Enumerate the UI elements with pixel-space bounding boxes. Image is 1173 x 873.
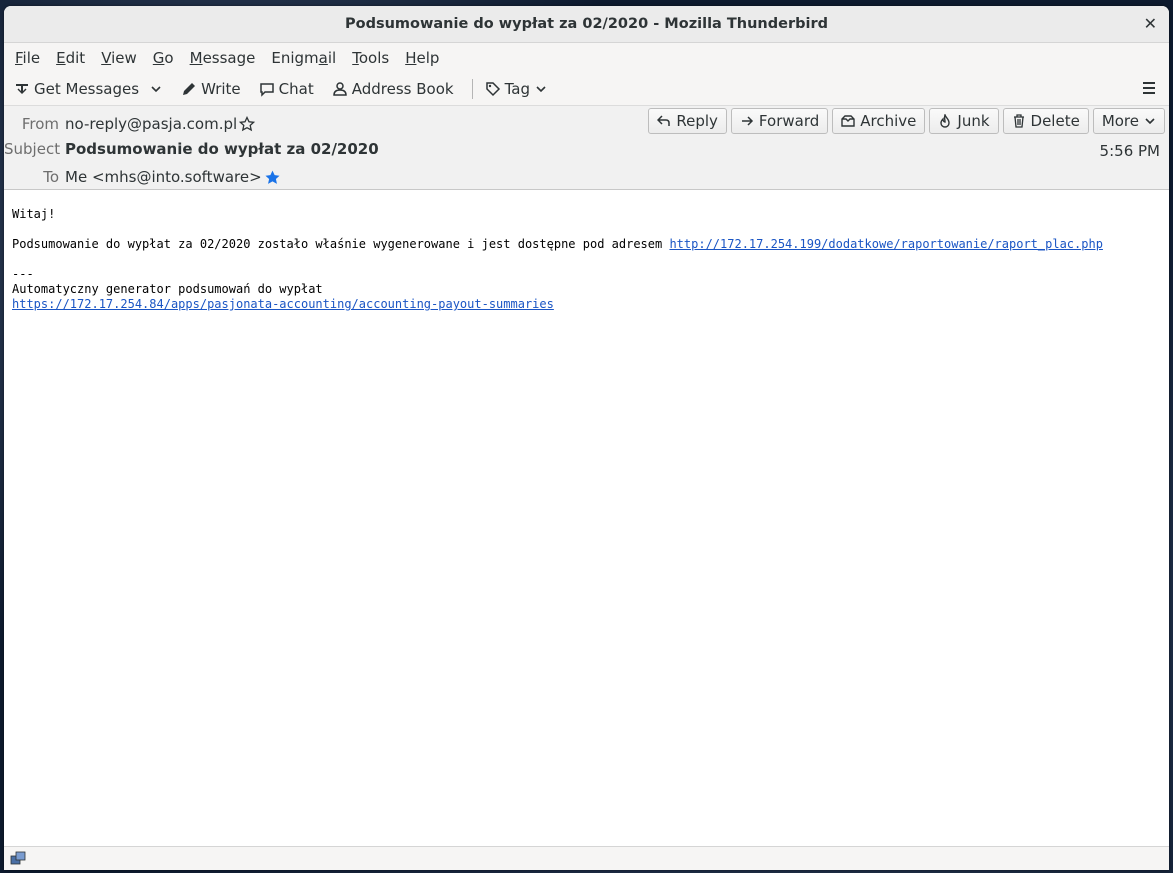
archive-icon [841,114,855,128]
menu-go-label: o [164,49,174,67]
menu-edit-accel: E [56,49,66,67]
delete-label: Delete [1030,112,1080,130]
forward-icon [740,114,754,128]
menu-bar: File Edit View Go Message Enigmail Tools… [4,43,1169,73]
online-status-icon[interactable] [10,850,26,866]
tag-button[interactable]: Tag [481,78,552,100]
menu-help[interactable]: Help [397,49,447,67]
write-button[interactable]: Write [177,78,245,100]
header-actions: Reply Forward Archive Junk Delete More [648,108,1165,134]
main-toolbar: Get Messages Write Chat Address Book Tag [4,73,1169,106]
forward-label: Forward [758,112,820,130]
chevron-down-icon [149,82,163,96]
close-icon[interactable]: ✕ [1144,14,1157,33]
tag-icon [485,81,501,97]
subject-row: Subject Podsumowanie do wypłat za 02/202… [4,140,379,158]
chevron-down-icon [534,82,548,96]
signature-separator: --- [12,267,34,281]
title-bar: Podsumowanie do wypłat za 02/2020 - Mozi… [4,6,1169,43]
to-value[interactable]: Me <mhs@into.software> [65,168,262,186]
junk-label: Junk [957,112,990,130]
greeting-text: Witaj! [12,207,56,221]
menu-view-label: iew [111,49,137,67]
menu-enigmail-label-pre: Enigm [271,49,319,67]
menu-file-label: ile [22,49,41,67]
to-row: To Me <mhs@into.software> [4,168,281,186]
contact-icon [332,81,348,97]
menu-edit-label: dit [65,49,86,67]
menu-tools-label: ools [358,49,390,67]
signature-name: Automatyczny generator podsumowań do wyp… [12,282,323,296]
chat-label: Chat [278,80,314,98]
report-link[interactable]: http://172.17.254.199/dodatkowe/raportow… [669,237,1102,251]
reply-label: Reply [676,112,718,130]
menu-tools[interactable]: Tools [344,49,397,67]
more-button[interactable]: More [1092,108,1165,134]
menu-enigmail-label: il [327,49,337,67]
menu-help-label: elp [416,49,440,67]
app-menu-button[interactable] [1141,80,1157,96]
status-bar [4,846,1169,870]
get-messages-button[interactable]: Get Messages [10,78,143,100]
address-book-label: Address Book [351,80,454,98]
menu-go-accel: G [152,49,165,67]
from-label: From [21,115,59,133]
forward-button[interactable]: Forward [730,108,829,134]
menu-view-accel: V [101,49,112,67]
thunderbird-window: Podsumowanie do wypłat za 02/2020 - Mozi… [4,6,1169,870]
chat-bubble-icon [259,81,275,97]
chevron-down-icon [1144,115,1156,127]
trash-icon [1012,114,1026,128]
menu-enigmail-accel: a [318,49,328,67]
menu-file-accel: F [15,49,23,67]
message-header: From no-reply@pasja.com.pl Subject Podsu… [4,106,1169,190]
reply-icon [657,114,671,128]
delete-button[interactable]: Delete [1002,108,1089,134]
get-messages-label: Get Messages [34,80,140,98]
toolbar-separator [471,79,473,99]
menu-message-label: essage [202,49,256,67]
get-messages-dropdown[interactable] [147,80,165,98]
menu-edit[interactable]: Edit [48,49,93,67]
menu-help-accel: H [405,49,417,67]
to-label: To [43,168,59,186]
menu-message-accel: M [189,49,203,67]
body-paragraph: Podsumowanie do wypłat za 02/2020 został… [12,237,1161,252]
menu-go[interactable]: Go [145,49,182,67]
from-value[interactable]: no-reply@pasja.com.pl [65,115,237,133]
more-label: More [1101,112,1139,130]
junk-button[interactable]: Junk [929,108,999,134]
address-book-button[interactable]: Address Book [328,78,458,100]
menu-tools-accel: T [352,49,359,67]
subject-value: Podsumowanie do wypłat za 02/2020 [65,140,379,158]
reply-button[interactable]: Reply [648,108,727,134]
from-row: From no-reply@pasja.com.pl [4,115,256,133]
pencil-icon [181,81,197,97]
flame-icon [938,114,952,128]
chat-button[interactable]: Chat [255,78,318,100]
message-time: 5:56 PM [1099,142,1160,160]
archive-label: Archive [860,112,917,130]
signature-link[interactable]: https://172.17.254.84/apps/pasjonata-acc… [12,297,554,311]
message-body: Witaj! Podsumowanie do wypłat za 02/2020… [4,201,1169,846]
archive-button[interactable]: Archive [832,108,926,134]
menu-message[interactable]: Message [182,49,264,67]
star-filled-icon[interactable] [264,169,281,186]
write-label: Write [201,80,241,98]
menu-enigmail[interactable]: Enigmail [263,49,344,67]
subject-label: Subject [4,140,61,158]
menu-file[interactable]: File [7,49,48,67]
tag-label: Tag [504,80,530,98]
hamburger-icon [1141,80,1157,96]
menu-view[interactable]: View [93,49,145,67]
download-icon [14,81,30,97]
window-title: Podsumowanie do wypłat za 02/2020 - Mozi… [344,16,828,32]
star-outline-icon[interactable] [239,116,256,132]
body-text: Podsumowanie do wypłat za 02/2020 został… [12,237,670,251]
